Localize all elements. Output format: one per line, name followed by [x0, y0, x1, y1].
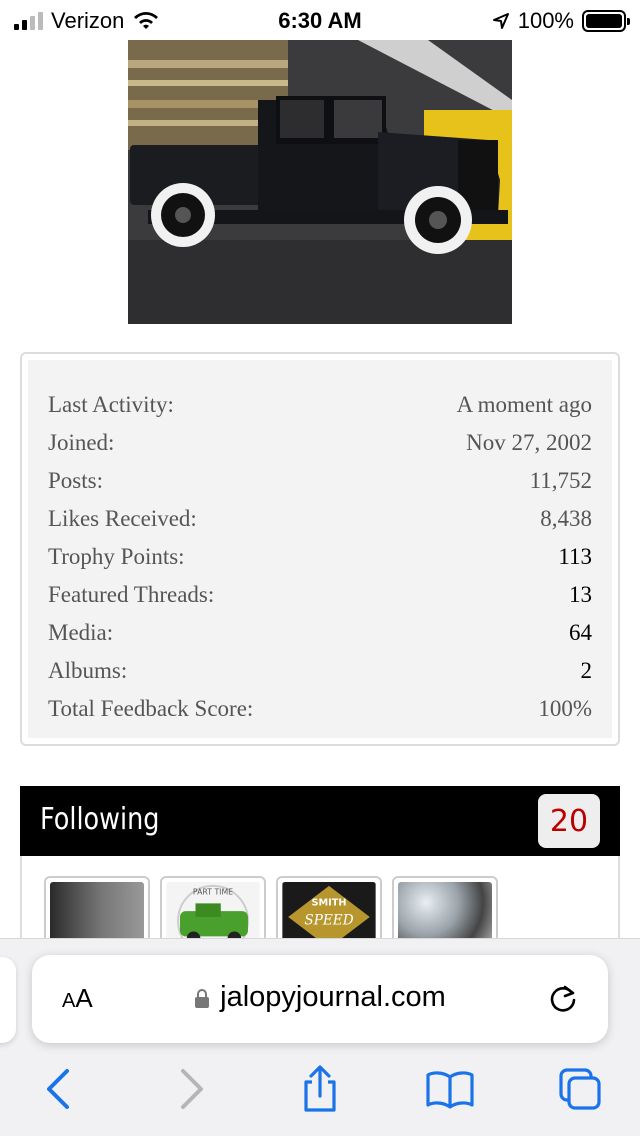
- stat-media[interactable]: Media: 64: [48, 614, 592, 652]
- stat-label: Media:: [48, 620, 114, 645]
- tabs-icon: [559, 1068, 601, 1110]
- previous-tab-peek[interactable]: [0, 957, 16, 1043]
- avatar-text: SMITH: [312, 897, 347, 908]
- status-right: 100%: [492, 8, 630, 34]
- member-stats-list: Last Activity: A moment ago Joined: Nov …: [28, 360, 612, 738]
- stat-likes-received: Likes Received: 8,438: [48, 500, 592, 538]
- following-title: Following: [40, 802, 160, 837]
- following-header[interactable]: Following 20: [20, 786, 620, 856]
- lock-icon: [195, 988, 210, 1008]
- stat-joined: Joined: Nov 27, 2002: [48, 424, 592, 462]
- stat-label: Total Feedback Score:: [48, 696, 254, 721]
- stat-value: Nov 27, 2002: [466, 430, 592, 455]
- url-text: jalopyjournal.com: [220, 981, 446, 1013]
- avatar-text: PART TIME: [193, 888, 233, 897]
- stat-value[interactable]: 11,752: [530, 468, 592, 494]
- back-icon: [47, 1069, 69, 1109]
- stat-featured-threads[interactable]: Featured Threads: 13: [48, 576, 592, 614]
- share-button[interactable]: [290, 1059, 350, 1119]
- truck-photo: [128, 40, 512, 324]
- status-bar: Verizon 6:30 AM 100%: [0, 0, 640, 40]
- following-avatar-list: PART TIME SMITH SPEED: [20, 856, 620, 956]
- location-arrow-icon: [492, 13, 509, 29]
- avatar-text: SPEED: [304, 913, 353, 929]
- address-bar[interactable]: AA jalopyjournal.com: [32, 955, 608, 1043]
- stat-value: 100%: [538, 696, 592, 721]
- stat-posts[interactable]: Posts: 11,752: [48, 462, 592, 500]
- stat-albums[interactable]: Albums: 2: [48, 652, 592, 690]
- stat-label: Featured Threads:: [48, 582, 215, 607]
- stat-label: Joined:: [48, 430, 115, 455]
- member-stats-panel: Last Activity: A moment ago Joined: Nov …: [20, 352, 620, 746]
- forward-button[interactable]: [162, 1059, 222, 1119]
- bookmarks-button[interactable]: [420, 1059, 480, 1119]
- back-button[interactable]: [28, 1059, 88, 1119]
- bookmarks-icon: [426, 1071, 474, 1109]
- profile-cover-photo[interactable]: [128, 40, 512, 324]
- stat-label: Posts:: [48, 468, 103, 493]
- stat-trophy-points[interactable]: Trophy Points: 113: [48, 538, 592, 576]
- browser-toolbar: [0, 1059, 640, 1129]
- stat-label: Last Activity:: [48, 392, 174, 417]
- reload-icon[interactable]: [546, 981, 580, 1015]
- browser-bottom-bar: AA jalopyjournal.com: [0, 938, 640, 1136]
- url-display[interactable]: jalopyjournal.com: [32, 981, 608, 1014]
- stat-value: A moment ago: [456, 392, 592, 417]
- stat-value[interactable]: 13: [569, 582, 592, 608]
- stat-label: Albums:: [48, 658, 128, 683]
- stat-total-feedback-score: Total Feedback Score: 100%: [48, 690, 592, 728]
- following-count-badge[interactable]: 20: [538, 794, 600, 848]
- stat-value[interactable]: 2: [581, 658, 593, 684]
- battery-icon: [582, 10, 630, 32]
- stat-label: Trophy Points:: [48, 544, 185, 569]
- stat-value[interactable]: 64: [569, 620, 592, 646]
- battery-percent: 100%: [517, 8, 574, 33]
- stat-label: Likes Received:: [48, 506, 197, 531]
- forward-icon: [181, 1069, 203, 1109]
- share-icon: [304, 1065, 336, 1112]
- stat-value: 8,438: [540, 506, 592, 531]
- stat-value[interactable]: 113: [558, 544, 592, 570]
- tabs-button[interactable]: [550, 1059, 610, 1119]
- stat-last-activity: Last Activity: A moment ago: [48, 386, 592, 424]
